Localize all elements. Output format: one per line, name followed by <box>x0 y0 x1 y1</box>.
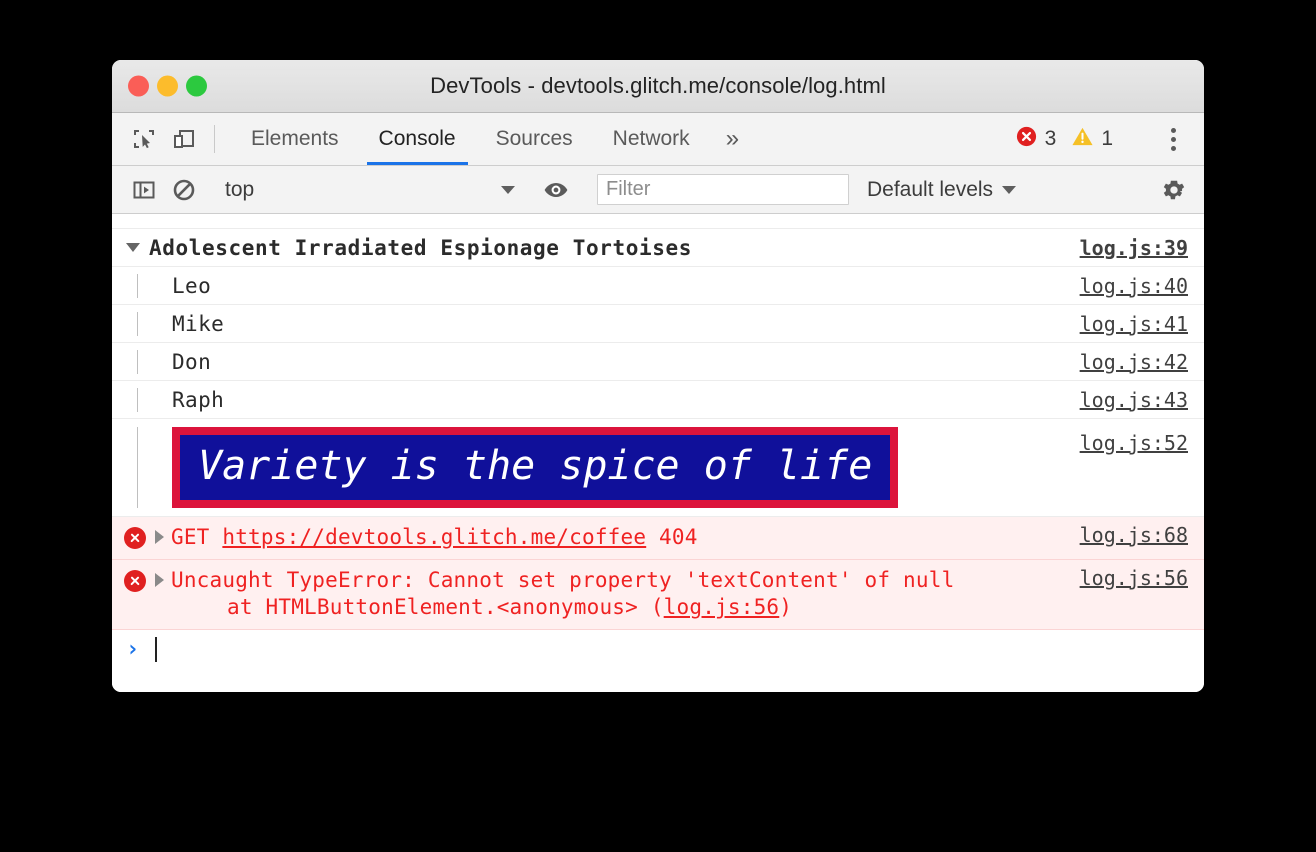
group-collapse-triangle-icon[interactable] <box>126 243 140 252</box>
partial-row-text <box>126 214 138 220</box>
more-tabs-button[interactable]: » <box>710 113 755 165</box>
tab-network[interactable]: Network <box>593 113 710 165</box>
source-link[interactable]: log.js:52 <box>1070 419 1204 455</box>
tab-elements[interactable]: Elements <box>231 113 359 165</box>
window-title-bar: DevTools - devtools.glitch.me/console/lo… <box>112 60 1204 113</box>
settings-gear-icon[interactable] <box>1154 177 1194 203</box>
execution-context-select[interactable]: top <box>225 178 515 202</box>
source-link[interactable]: log.js:41 <box>1070 312 1204 336</box>
log-text: Leo <box>172 274 211 298</box>
log-text: Mike <box>172 312 224 336</box>
console-log-row[interactable]: Raph log.js:43 <box>112 381 1204 419</box>
group-indent-guide <box>137 312 138 336</box>
warning-count: 1 <box>1101 127 1113 151</box>
http-method: GET <box>171 525 210 549</box>
styled-message-box: Variety is the spice of life <box>172 427 898 508</box>
console-error-row-exception[interactable]: Uncaught TypeError: Cannot set property … <box>112 560 1204 630</box>
group-indent-guide <box>137 350 138 374</box>
devtools-tab-bar: Elements Console Sources Network » <box>112 113 1204 166</box>
console-group-header[interactable]: Adolescent Irradiated Espionage Tortoise… <box>112 229 1204 267</box>
console-log-row[interactable]: Don log.js:42 <box>112 343 1204 381</box>
filter-input[interactable] <box>597 174 849 205</box>
error-text: GET https://devtools.glitch.me/coffee 40… <box>171 524 698 552</box>
source-link[interactable]: log.js:56 <box>1070 560 1204 590</box>
console-prompt[interactable]: › <box>112 630 1204 670</box>
console-styled-row[interactable]: Variety is the spice of life log.js:52 <box>112 419 1204 517</box>
show-console-sidebar-icon[interactable] <box>124 178 164 202</box>
tab-network-label: Network <box>613 127 690 151</box>
stack-frame: at HTMLButtonElement.<anonymous> (log.js… <box>171 594 954 622</box>
minimize-button[interactable] <box>157 76 178 97</box>
group-indent-guide <box>137 388 138 412</box>
maximize-button[interactable] <box>186 76 207 97</box>
source-link[interactable]: log.js:68 <box>1070 517 1204 547</box>
device-toolbar-icon[interactable] <box>164 113 204 165</box>
exception-message: Uncaught TypeError: Cannot set property … <box>171 568 954 592</box>
inspect-element-icon[interactable] <box>124 113 164 165</box>
stack-frame-link[interactable]: log.js:56 <box>664 595 780 619</box>
panel-tabs: Elements Console Sources Network » <box>231 113 755 165</box>
source-link[interactable]: log.js:43 <box>1070 388 1204 412</box>
log-levels-label: Default levels <box>867 178 993 202</box>
log-levels-select[interactable]: Default levels <box>867 178 1016 202</box>
source-link[interactable]: log.js:39 <box>1070 236 1204 260</box>
warning-triangle-icon <box>1071 125 1094 154</box>
window-title: DevTools - devtools.glitch.me/console/lo… <box>430 73 886 99</box>
text-cursor <box>155 637 157 662</box>
chevron-double-right-icon: » <box>726 125 739 153</box>
console-filter-toolbar: top Default levels <box>112 166 1204 214</box>
group-indent-guide <box>137 274 138 298</box>
execution-context-label: top <box>225 178 501 202</box>
tab-sources[interactable]: Sources <box>476 113 593 165</box>
console-error-row-network[interactable]: GET https://devtools.glitch.me/coffee 40… <box>112 517 1204 560</box>
tab-sources-label: Sources <box>496 127 573 151</box>
status-code: 404 <box>659 525 698 549</box>
console-log-row[interactable]: Leo log.js:40 <box>112 267 1204 305</box>
source-link[interactable]: log.js:40 <box>1070 274 1204 298</box>
group-title: Adolescent Irradiated Espionage Tortoise… <box>149 236 692 260</box>
console-toolbar-right <box>1133 177 1204 203</box>
console-message-list[interactable]: Adolescent Irradiated Espionage Tortoise… <box>112 214 1204 692</box>
error-circle-icon <box>124 527 146 549</box>
stack-frame-prefix: at HTMLButtonElement.<anonymous> ( <box>227 595 664 619</box>
log-text: Don <box>172 350 211 374</box>
close-button[interactable] <box>128 76 149 97</box>
stack-frame-suffix: ) <box>779 595 792 619</box>
toolbar-divider <box>214 125 215 153</box>
error-circle-icon <box>124 570 146 592</box>
clear-console-icon[interactable] <box>164 178 204 202</box>
tab-console-label: Console <box>379 127 456 151</box>
prompt-chevron-icon: › <box>126 637 139 662</box>
tab-console[interactable]: Console <box>359 113 476 165</box>
expand-triangle-icon[interactable] <box>155 573 164 587</box>
error-count: 3 <box>1045 127 1057 151</box>
devtools-window: DevTools - devtools.glitch.me/console/lo… <box>112 60 1204 692</box>
chevron-down-icon <box>1002 186 1016 194</box>
traffic-lights <box>128 76 207 97</box>
live-expression-eye-icon[interactable] <box>536 177 576 203</box>
chevron-down-icon <box>501 186 515 194</box>
scrolled-partial-row <box>112 214 1204 229</box>
group-indent-guide <box>137 427 138 508</box>
log-text: Raph <box>172 388 224 412</box>
kebab-menu-icon[interactable] <box>1154 128 1192 151</box>
tab-bar-right-controls: 3 1 <box>1015 113 1204 165</box>
error-text: Uncaught TypeError: Cannot set property … <box>171 567 954 622</box>
console-log-row[interactable]: Mike log.js:41 <box>112 305 1204 343</box>
request-url[interactable]: https://devtools.glitch.me/coffee <box>222 525 646 549</box>
expand-triangle-icon[interactable] <box>155 530 164 544</box>
source-link[interactable]: log.js:42 <box>1070 350 1204 374</box>
issue-counters[interactable]: 3 1 <box>1015 125 1121 154</box>
error-circle-icon <box>1015 125 1038 154</box>
tab-elements-label: Elements <box>251 127 339 151</box>
